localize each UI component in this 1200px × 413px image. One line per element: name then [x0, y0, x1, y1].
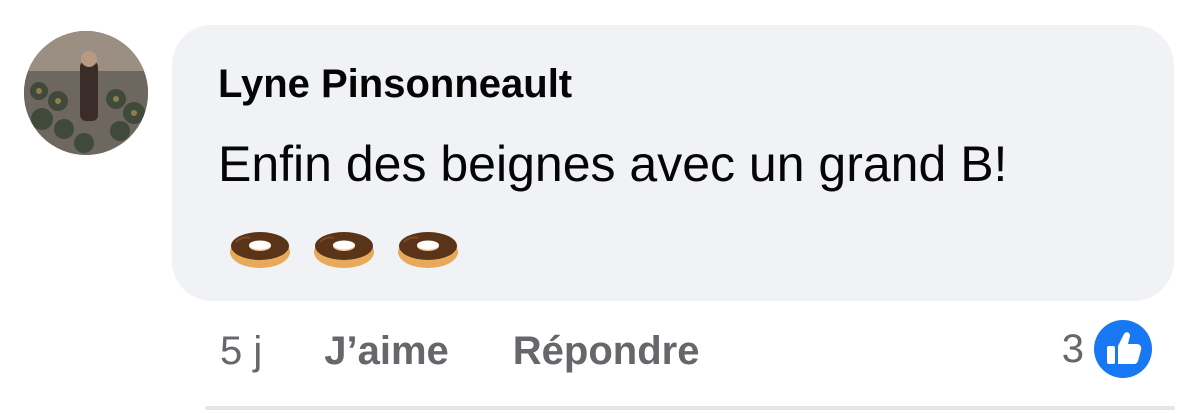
comment-body: Enfin des beignes avec un grand B! [218, 126, 1118, 282]
reaction-count: 3 [1061, 326, 1084, 371]
thumbs-up-icon [1090, 316, 1156, 382]
emoji-group [228, 206, 466, 282]
avatar[interactable] [24, 31, 148, 155]
comment-author[interactable]: Lyne Pinsonneault [218, 62, 572, 107]
doughnut-icon [397, 231, 458, 268]
reply-button[interactable]: Répondre [513, 329, 700, 374]
comment-text: Enfin des beignes avec un grand B! [218, 136, 1008, 192]
avatar-photo [24, 31, 148, 155]
comment-actions: 5 j J’aime Répondre [220, 326, 763, 376]
comment-timestamp[interactable]: 5 j [220, 329, 262, 374]
reactions-summary[interactable]: 3 [1062, 314, 1158, 384]
doughnut-icon [313, 231, 374, 268]
divider [205, 406, 1175, 410]
doughnut-icon [230, 231, 290, 268]
like-button[interactable]: J’aime [324, 329, 449, 374]
